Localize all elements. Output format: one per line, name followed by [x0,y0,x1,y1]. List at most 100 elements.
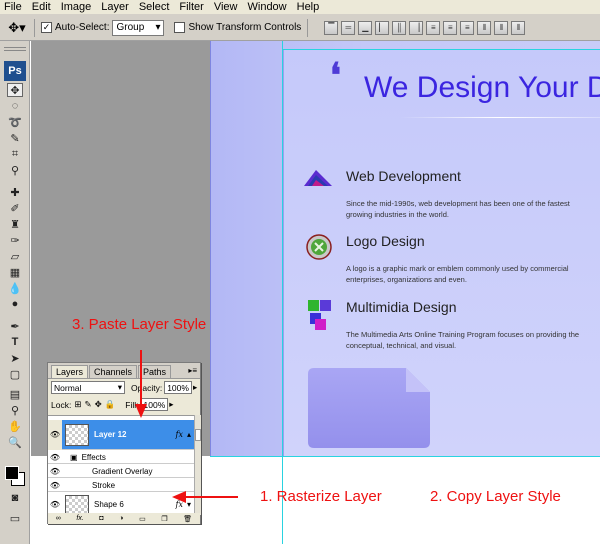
align-vcenter-icon[interactable]: ═ [341,20,356,35]
menu-edit[interactable]: Edit [32,1,51,13]
panel-menu-icon[interactable]: ▸≡ [188,366,197,375]
effect-stroke-row[interactable]: 👁 Stroke [48,479,194,492]
fx-icon[interactable]: fx [176,500,183,509]
eye-icon[interactable]: 👁 [48,500,62,509]
blend-mode-dropdown[interactable]: Normal ▾ [51,381,125,394]
align-bottom-icon[interactable]: ▁ [358,20,373,35]
opacity-input[interactable]: 100% [164,381,192,394]
new-layer-icon[interactable]: ❐ [161,515,167,523]
eye-icon[interactable]: 👁 [48,419,62,450]
quote-mark: ❛ [330,56,341,96]
eye-icon[interactable]: 👁 [48,467,62,476]
align-hcenter-icon[interactable]: ║ [392,20,407,35]
layers-scrollbar[interactable] [194,415,201,515]
eye-icon[interactable]: 👁 [48,453,62,462]
type-tool-icon[interactable]: T [7,335,23,349]
effects-icon: ▣ [70,452,78,462]
eyedropper-tool-icon[interactable]: ⚲ [7,163,23,177]
auto-select-dropdown[interactable]: Group ▾ [112,19,165,36]
eraser-tool-icon[interactable]: ▱ [7,249,23,263]
hero-title: We Design Your D [364,71,600,104]
lasso-tool-icon[interactable]: ➰ [7,115,23,129]
add-style-icon[interactable]: fx. [76,515,83,522]
fill-input[interactable]: 100% [140,398,169,411]
tab-paths[interactable]: Paths [138,365,172,378]
eye-icon[interactable]: 👁 [48,481,62,490]
opacity-arrow-icon[interactable]: ▸ [193,382,197,393]
dodge-tool-icon[interactable]: ● [7,297,23,311]
menu-layer[interactable]: Layer [101,1,129,13]
distribute-top-icon[interactable]: ≡ [426,20,441,35]
quick-select-tool-icon[interactable]: ✎ [7,131,23,145]
lock-all-icon[interactable]: 🔒 [105,399,116,410]
scroll-thumb[interactable] [195,429,201,441]
collapse-icon[interactable]: ▴ [187,430,191,439]
layer-row-layer-12[interactable]: 👁 Layer 12 fx ▴ [48,419,194,450]
hand-tool-icon[interactable]: ✋ [7,419,23,433]
brush-tool-icon[interactable]: ✐ [7,201,23,215]
lock-transparency-icon[interactable]: ⊞ [74,399,81,410]
screen-mode-icon[interactable]: ▭ [7,511,23,525]
menu-view[interactable]: View [214,1,238,13]
service-title-logo: Logo Design [346,233,425,249]
menu-window[interactable]: Window [248,1,287,13]
gradient-tool-icon[interactable]: ▦ [7,265,23,279]
align-left-icon[interactable]: ▏ [375,20,390,35]
menu-image[interactable]: Image [61,1,92,13]
layer-effects-row[interactable]: 👁 ▣ Effects [48,451,194,464]
multimedia-design-icon [308,300,331,330]
blur-tool-icon[interactable]: 💧 [7,281,23,295]
adjustment-layer-icon[interactable]: ◑ [119,515,123,522]
blend-opacity-row: Normal ▾ Opacity: 100% ▸ [48,379,200,396]
align-top-icon[interactable]: ▔ [324,20,339,35]
foreground-color-swatch[interactable] [5,466,19,480]
annotation-step-3: 3. Paste Layer Style [72,316,207,333]
distribute-left-icon[interactable]: ⦀ [477,20,492,35]
expand-icon[interactable]: ▾ [187,500,191,509]
tab-channels[interactable]: Channels [89,365,138,378]
crop-tool-icon[interactable]: ⌗ [7,147,23,161]
lock-pixels-icon[interactable]: ✎ [84,399,91,410]
menu-help[interactable]: Help [297,1,320,13]
separator [34,18,35,37]
guide-horizontal [210,456,600,457]
effect-gradient-overlay-row[interactable]: 👁 Gradient Overlay [48,465,194,478]
align-right-icon[interactable]: ▕ [409,20,424,35]
eyedropper-3d-icon[interactable]: ⚲ [7,403,23,417]
fx-icon[interactable]: fx [176,430,183,439]
distribute-hcenter-icon[interactable]: ⦀ [494,20,509,35]
menu-select[interactable]: Select [139,1,170,13]
menu-file[interactable]: File [4,1,22,13]
service-title-web: Web Development [346,168,461,184]
layers-panel-tabs: Layers Channels Paths ▸≡ [48,363,200,379]
distribute-right-icon[interactable]: ⦀ [511,20,526,35]
new-group-icon[interactable]: ▭ [139,515,146,523]
zoom-tool-icon[interactable]: 🔍 [7,435,23,449]
effect-gradient-overlay-label: Gradient Overlay [92,466,153,476]
quick-mask-icon[interactable]: ◙ [7,491,23,505]
auto-select-checkbox[interactable]: ✓ [41,22,52,33]
add-mask-icon[interactable]: ◘ [99,515,103,522]
panel-grip[interactable] [4,47,26,51]
pen-tool-icon[interactable]: ✒ [7,319,23,333]
layer-thumbnail [65,423,89,446]
link-layers-icon[interactable]: ∞ [56,515,61,522]
path-select-tool-icon[interactable]: ➤ [7,351,23,365]
distribute-vcenter-icon[interactable]: ≡ [443,20,458,35]
delete-layer-icon[interactable]: 🗑 [183,515,192,523]
healing-brush-icon[interactable]: ✚ [7,185,23,199]
tab-layers[interactable]: Layers [51,365,89,378]
marquee-tool-icon[interactable]: ◌ [7,99,23,113]
notes-tool-icon[interactable]: ▤ [7,387,23,401]
history-brush-icon[interactable]: ✑ [7,233,23,247]
menu-filter[interactable]: Filter [179,1,203,13]
lock-position-icon[interactable]: ✥ [95,399,102,410]
clone-stamp-icon[interactable]: ♜ [7,217,23,231]
fill-arrow-icon[interactable]: ▸ [169,399,173,410]
layers-footer: ∞ fx. ◘ ◑ ▭ ❐ 🗑 [48,513,200,524]
transform-controls-checkbox[interactable] [174,22,186,33]
shape-tool-icon[interactable]: ▢ [7,367,23,381]
move-tool-preset-icon[interactable]: ✥▾ [6,19,28,37]
move-tool-icon[interactable]: ✥ [7,83,23,97]
distribute-bottom-icon[interactable]: ≡ [460,20,475,35]
